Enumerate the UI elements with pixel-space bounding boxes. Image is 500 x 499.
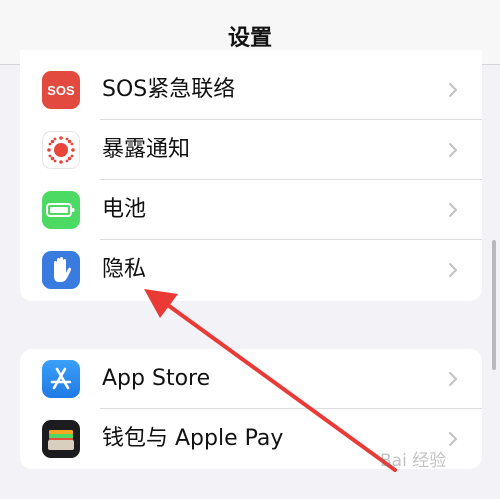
settings-row-label: SOS紧急联络	[102, 77, 236, 102]
sos-icon-text: SOS	[47, 82, 75, 98]
settings-row-exposure-notifications[interactable]: 暴露通知	[20, 120, 482, 180]
chevron-right-icon	[448, 142, 458, 158]
chevron-right-icon	[448, 431, 458, 447]
settings-row-emergency-sos[interactable]: SOS SOS紧急联络	[20, 60, 482, 120]
settings-row-privacy[interactable]: 隐私	[20, 240, 482, 300]
settings-row-label: App Store	[102, 366, 211, 391]
settings-row-label: 隐私	[102, 257, 147, 282]
scrollbar[interactable]	[492, 240, 496, 370]
settings-row-battery[interactable]: 电池	[20, 180, 482, 240]
chevron-right-icon	[448, 371, 458, 387]
chevron-right-icon	[448, 262, 458, 278]
settings-row-label: 电池	[102, 197, 147, 222]
settings-row-label: 暴露通知	[102, 137, 191, 162]
watermark: Bai 经验	[380, 451, 447, 471]
settings-group-1: SOS SOS紧急联络 暴露通知 电池 隐私	[20, 50, 482, 301]
settings-row-label: 钱包与 Apple Pay	[102, 426, 284, 451]
settings-row-app-store[interactable]: App Store	[20, 349, 482, 409]
chevron-right-icon	[448, 82, 458, 98]
page-title: 设置	[227, 26, 272, 51]
sos-icon: SOS	[42, 71, 80, 109]
wallet-icon	[42, 420, 80, 458]
exposure-notification-icon	[42, 131, 80, 169]
chevron-right-icon	[448, 202, 458, 218]
battery-icon	[42, 191, 80, 229]
privacy-hand-icon	[42, 251, 80, 289]
app-store-icon	[42, 360, 80, 398]
